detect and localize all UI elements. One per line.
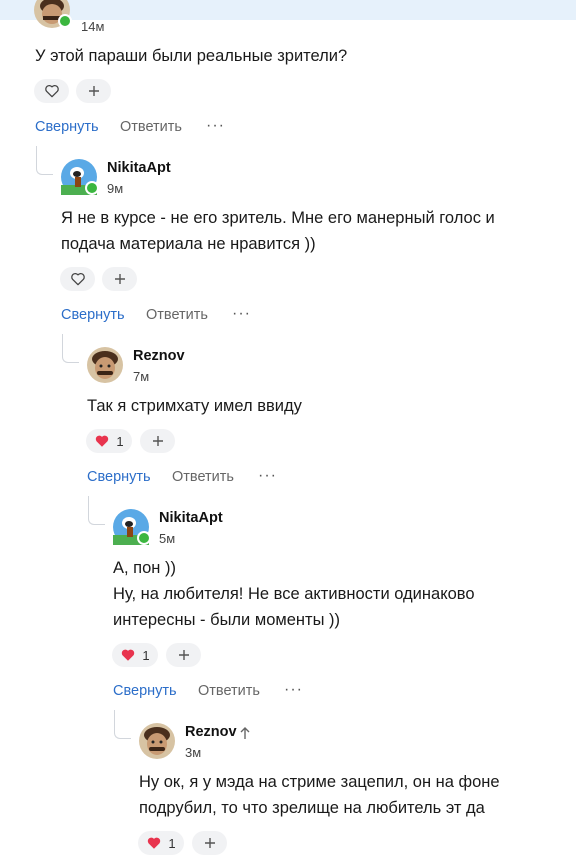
more-options-icon[interactable]: ··· <box>206 118 225 134</box>
plus-icon <box>204 838 215 848</box>
like-button[interactable] <box>60 267 95 291</box>
more-options-icon[interactable]: ··· <box>258 468 277 484</box>
like-button[interactable]: 1 <box>112 643 158 667</box>
avatar[interactable] <box>87 347 123 383</box>
more-options-icon[interactable]: ··· <box>284 682 303 698</box>
comment-text: подача материала не нравится )) <box>61 235 316 253</box>
collapse-button[interactable]: Свернуть <box>61 307 125 323</box>
comment-time: 5м <box>159 531 176 546</box>
thread-line <box>114 710 131 739</box>
comment-text: интересны - были моменты )) <box>113 611 340 629</box>
add-reaction-button[interactable] <box>192 831 227 855</box>
reply-button[interactable]: Ответить <box>198 683 260 699</box>
plus-icon <box>152 436 163 446</box>
comment-time: 9м <box>107 181 124 196</box>
comment-text: Я не в курсе - не его зритель. Мне его м… <box>61 209 495 227</box>
author-name[interactable]: NikitaApt <box>107 160 171 176</box>
online-indicator <box>85 181 99 195</box>
heart-filled-icon <box>148 837 161 849</box>
avatar[interactable] <box>113 509 151 545</box>
top-bar <box>0 0 576 20</box>
like-count: 1 <box>168 835 176 851</box>
reznov-avatar-icon <box>139 723 175 759</box>
heart-outline-icon <box>70 272 85 286</box>
heart-filled-icon <box>96 435 109 447</box>
author-name[interactable]: Reznov <box>133 348 185 364</box>
online-indicator <box>58 14 72 28</box>
comment-text: Ну ок, я у мэда на стриме зацепил, он на… <box>139 773 500 791</box>
add-reaction-button[interactable] <box>76 79 111 103</box>
arrow-up-icon[interactable] <box>239 726 251 740</box>
comment-time: 3м <box>185 745 202 760</box>
avatar[interactable] <box>34 0 72 28</box>
plus-icon <box>88 86 99 96</box>
collapse-button[interactable]: Свернуть <box>113 683 177 699</box>
collapse-button[interactable]: Свернуть <box>87 469 151 485</box>
like-count: 1 <box>142 647 150 663</box>
heart-filled-icon <box>122 649 135 661</box>
reply-button[interactable]: Ответить <box>120 119 182 135</box>
like-button[interactable] <box>34 79 69 103</box>
comment-text: подрубил, то что зрелище на любитель эт … <box>139 799 485 817</box>
reznov-avatar-icon <box>87 347 123 383</box>
like-count: 1 <box>116 433 124 449</box>
comment-text: Ну, на любителя! Не все активности одина… <box>113 585 475 603</box>
add-reaction-button[interactable] <box>140 429 175 453</box>
add-reaction-button[interactable] <box>102 267 137 291</box>
like-button[interactable]: 1 <box>138 831 184 855</box>
author-name[interactable]: NikitaApt <box>159 510 223 526</box>
comment-text: Так я стримхату имел ввиду <box>87 397 302 415</box>
avatar[interactable] <box>61 159 99 195</box>
author-name[interactable]: Reznov <box>185 724 237 740</box>
comment-text: А, пон )) <box>113 559 176 577</box>
collapse-button[interactable]: Свернуть <box>35 119 99 135</box>
thread-line <box>36 146 53 175</box>
thread-line <box>62 334 79 363</box>
avatar[interactable] <box>139 723 175 759</box>
plus-icon <box>178 650 189 660</box>
add-reaction-button[interactable] <box>166 643 201 667</box>
comment-time: 14м <box>81 19 105 34</box>
plus-icon <box>114 274 125 284</box>
comment-text: У этой параши были реальные зрители? <box>35 47 348 65</box>
more-options-icon[interactable]: ··· <box>232 306 251 322</box>
reply-button[interactable]: Ответить <box>172 469 234 485</box>
heart-outline-icon <box>44 84 59 98</box>
online-indicator <box>137 531 151 545</box>
comment-time: 7м <box>133 369 150 384</box>
reply-button[interactable]: Ответить <box>146 307 208 323</box>
like-button[interactable]: 1 <box>86 429 132 453</box>
thread-line <box>88 496 105 525</box>
